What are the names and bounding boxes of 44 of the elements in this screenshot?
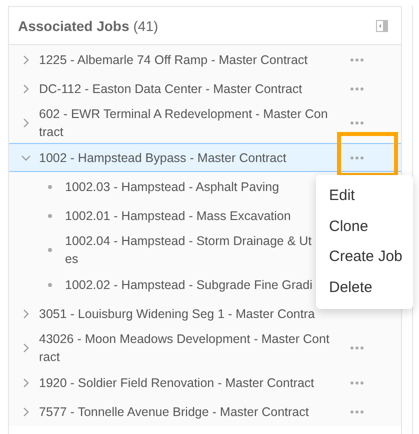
more-icon[interactable] [350, 121, 364, 125]
job-name[interactable]: DC-112 - Easton Data Center - Master Contract [39, 80, 302, 98]
context-menu-item[interactable]: Clone [316, 212, 413, 242]
phase-name[interactable]: 1002.04 - Hampstead - Storm Drainage & Ut es [65, 232, 312, 268]
chevron-right-icon[interactable] [21, 84, 31, 94]
more-icon[interactable] [350, 156, 364, 160]
phase-name[interactable]: 1002.01 - Hampstead - Mass Excavation [65, 206, 291, 224]
job-row[interactable]: 602 - EWR Terminal A Redevelopment - Master Con tract [9, 103, 401, 143]
job-row[interactable]: DC-112 - Easton Data Center - Master Contract [9, 74, 401, 103]
job-row[interactable]: 1225 - Albemarle 74 Off Ramp - Master Contract [9, 45, 401, 74]
chevron-right-icon[interactable] [21, 308, 31, 318]
chevron-right-icon[interactable] [21, 343, 31, 353]
bullet-icon [48, 282, 52, 286]
chevron-right-icon[interactable] [21, 406, 31, 416]
phase-name[interactable]: 1002.02 - Hampstead - Subgrade Fine Gradi [65, 276, 312, 294]
context-menu-item[interactable]: Create Job [316, 242, 413, 272]
job-row[interactable]: 7577 - Tonnelle Avenue Bridge - Master Contract [9, 397, 401, 426]
job-row[interactable]: 1002 - Hampstead Bypass - Master Contract [9, 143, 401, 172]
job-name[interactable]: 3051 - Louisburg Widening Seg 1 - Master Contra [39, 304, 315, 322]
job-name[interactable]: 602 - EWR Terminal A Redevelopment - Master Con tract [39, 105, 328, 141]
job-name[interactable]: 1920 - Soldier Field Renovation - Master Contract [39, 374, 314, 392]
job-count: (41) [133, 18, 158, 34]
bullet-icon [48, 214, 52, 218]
job-row[interactable]: 43026 - Moon Meadows Development - Master Cont ract [9, 328, 401, 368]
bullet-icon [48, 248, 52, 252]
more-icon[interactable] [350, 86, 364, 90]
job-row[interactable]: 1920 - Soldier Field Renovation - Master Contract [9, 368, 401, 397]
job-name[interactable]: 1225 - Albemarle 74 Off Ramp - Master Contract [39, 50, 308, 68]
phase-name[interactable]: 1002.03 - Hampstead - Asphalt Paving [65, 178, 280, 196]
chevron-right-icon[interactable] [21, 378, 31, 388]
context-menu-item[interactable]: Edit [316, 181, 413, 212]
more-icon[interactable] [350, 380, 364, 384]
more-icon[interactable] [350, 58, 364, 62]
more-icon[interactable] [350, 410, 364, 414]
chevron-right-icon[interactable] [21, 118, 31, 128]
more-icon[interactable] [350, 346, 364, 350]
job-name[interactable]: 1002 - Hampstead Bypass - Master Contract [39, 148, 286, 166]
collapse-panel-icon[interactable] [376, 20, 388, 32]
chevron-down-icon[interactable] [21, 152, 31, 162]
chevron-right-icon[interactable] [21, 54, 31, 64]
bullet-icon [48, 184, 52, 188]
job-name[interactable]: 43026 - Moon Meadows Development - Master Cont ract [39, 330, 330, 366]
panel-title: Associated Jobs [18, 18, 130, 34]
job-name[interactable]: 7577 - Tonnelle Avenue Bridge - Master Contract [39, 402, 309, 420]
